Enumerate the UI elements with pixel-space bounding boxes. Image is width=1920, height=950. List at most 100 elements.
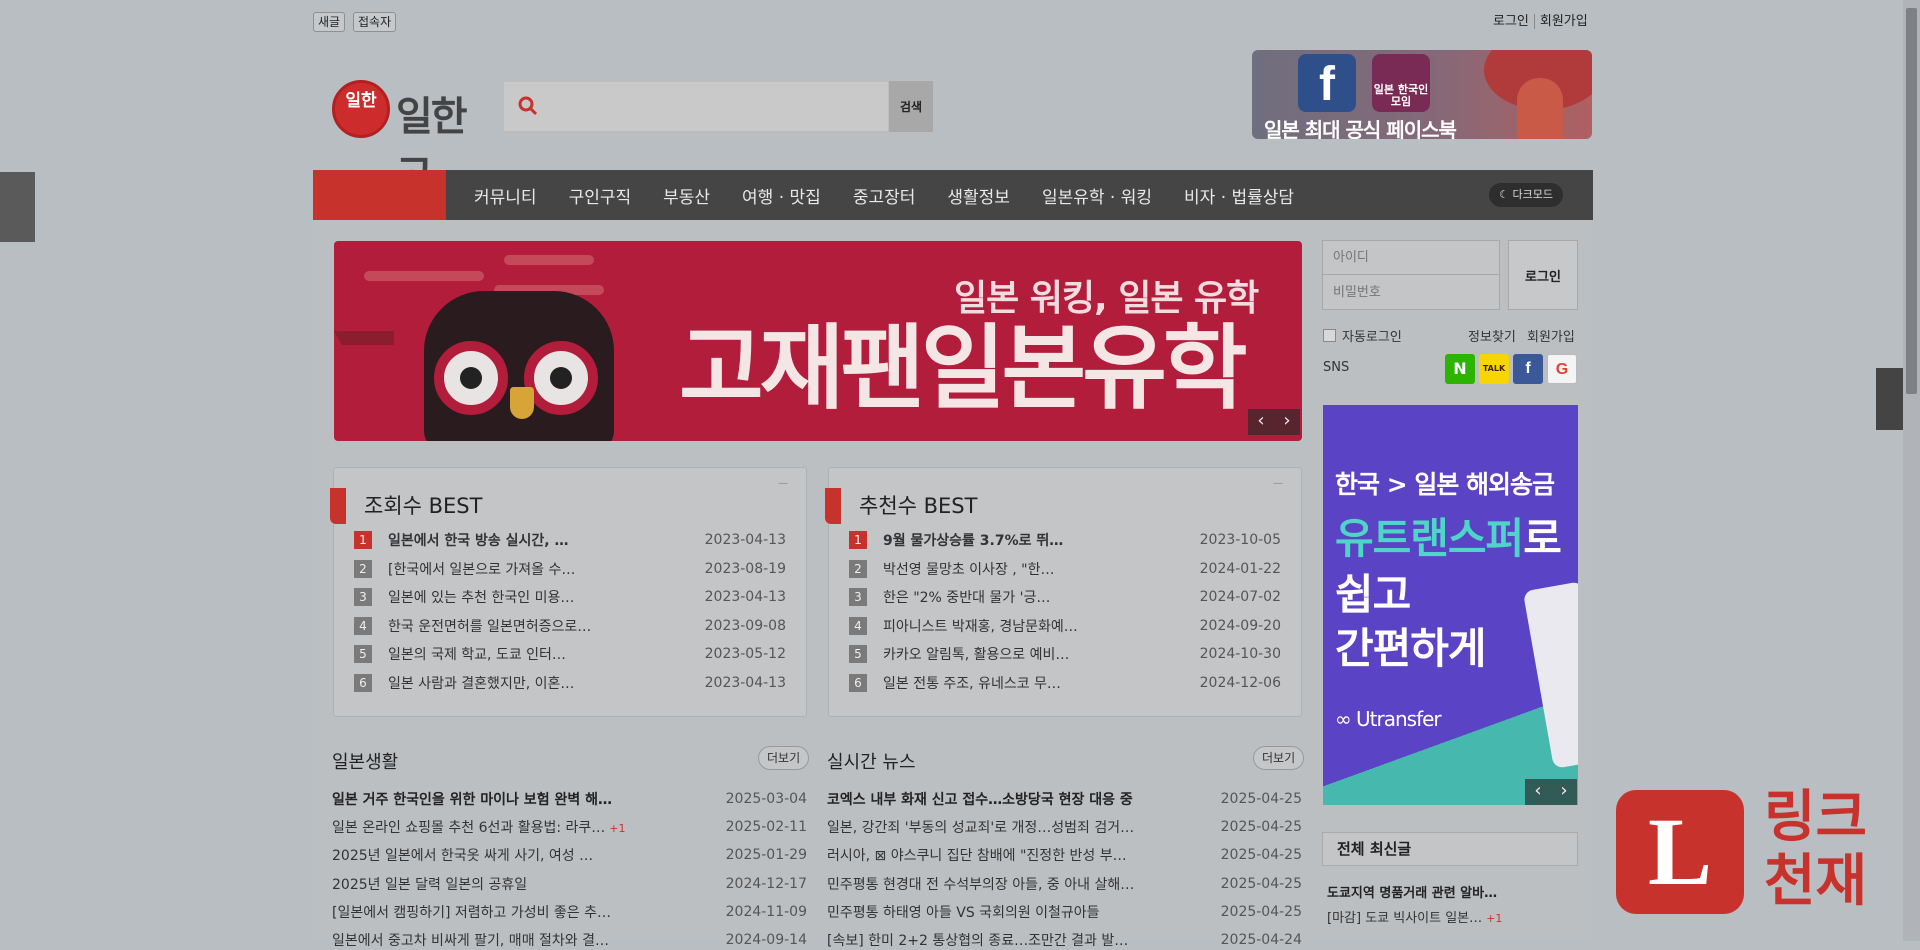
post-date: 2025-04-25 xyxy=(1220,819,1302,836)
post-row[interactable]: 2025년 일본 달력 일본의 공휴일 2024-12-17 xyxy=(332,874,807,894)
post-title[interactable]: 민주평통 현경대 전 수석부의장 아들, 중 아내 살해… xyxy=(827,874,1221,894)
kakao-login-icon[interactable]: TALK xyxy=(1479,354,1509,384)
post-row[interactable]: [일본에서 캠핑하기] 저렴하고 가성비 좋은 추… 2024-11-09 xyxy=(332,902,807,922)
rank-item[interactable]: 1 일본에서 한국 방송 실시간, … 2023-04-13 xyxy=(354,530,786,550)
search-button[interactable]: 검색 xyxy=(889,81,933,132)
post-title[interactable]: 2025년 일본에서 한국옷 싸게 사기, 여성 … xyxy=(332,845,726,865)
facebook-login-icon[interactable]: f xyxy=(1513,354,1543,384)
post-title[interactable]: 일본 온라인 쇼핑몰 추천 6선과 활용법: 라쿠… +1 xyxy=(332,817,726,837)
latest-item[interactable]: 도쿄지역 명품거래 관련 알바… xyxy=(1327,882,1497,901)
rank-item[interactable]: 3 한은 "2% 중반대 물가 '긍… 2024-07-02 xyxy=(849,587,1281,607)
rank-item[interactable]: 5 일본의 국제 학교, 도쿄 인터… 2023-05-12 xyxy=(354,644,786,664)
hero-next-button[interactable]: › xyxy=(1274,409,1300,435)
rank-date: 2023-04-13 xyxy=(704,674,786,691)
rank-item[interactable]: 2 [한국에서 일본으로 가져올 수… 2023-08-19 xyxy=(354,559,786,579)
rank-title[interactable]: 일본 사람과 결혼했지만, 이혼… xyxy=(388,673,705,693)
post-title[interactable]: 러시아, ⊠ 야스쿠니 집단 참배에 "진정한 반성 부… xyxy=(827,845,1221,865)
password-input[interactable] xyxy=(1323,275,1499,309)
top-links: 로그인 회원가입 xyxy=(1488,10,1593,29)
visitors-button[interactable]: 접속자 xyxy=(353,12,397,32)
right-side-tab[interactable] xyxy=(1876,368,1903,430)
rank-item[interactable]: 6 일본 사람과 결혼했지만, 이혼… 2023-04-13 xyxy=(354,673,786,693)
auto-login-checkbox[interactable] xyxy=(1323,329,1336,342)
facebook-banner[interactable]: f 일본 한국인모임 일본 최대 공식 페이스북 xyxy=(1252,50,1592,139)
side-signup-link[interactable]: 회원가입 xyxy=(1527,326,1575,345)
rank-title[interactable]: 한국 운전면허를 일본면허증으로… xyxy=(388,616,705,636)
hero-prev-button[interactable]: ‹ xyxy=(1248,409,1274,435)
auto-login-label: 자동로그인 xyxy=(1342,330,1402,345)
post-title[interactable]: 일본, 강간죄 '부동의 성교죄'로 개정…성범죄 검거… xyxy=(827,817,1221,837)
hero-banner[interactable]: 일본 워킹, 일본 유학 고재팬일본유학 ‹ › xyxy=(334,241,1302,441)
top-signup-link[interactable]: 회원가입 xyxy=(1533,14,1593,29)
top-login-link[interactable]: 로그인 xyxy=(1488,14,1534,29)
left-side-tab[interactable] xyxy=(0,172,35,242)
post-row[interactable]: 일본, 강간죄 '부동의 성교죄'로 개정…성범죄 검거… 2025-04-25 xyxy=(827,817,1302,837)
nav-item-visa[interactable]: 비자 · 법률상담 xyxy=(1184,183,1294,208)
post-title[interactable]: 일본 거주 한국인을 위한 마이나 보험 완벽 해… xyxy=(332,789,726,809)
rank-item[interactable]: 1 9월 물가상승률 3.7%로 뛰… 2023-10-05 xyxy=(849,530,1281,550)
panel-more-dot[interactable]: — xyxy=(778,478,788,489)
scrollbar-thumb[interactable] xyxy=(1906,8,1917,394)
page-scrollbar[interactable] xyxy=(1903,0,1920,941)
rank-title[interactable]: 일본에 있는 추천 한국인 미용… xyxy=(388,587,705,607)
panel-more-dot[interactable]: — xyxy=(1273,478,1283,489)
rank-title[interactable]: 한은 "2% 중반대 물가 '긍… xyxy=(883,587,1200,607)
post-row[interactable]: 러시아, ⊠ 야스쿠니 집단 참배에 "진정한 반성 부… 2025-04-25 xyxy=(827,845,1302,865)
rank-title[interactable]: 피아니스트 박재홍, 경남문화예… xyxy=(883,616,1200,636)
rank-item[interactable]: 4 피아니스트 박재홍, 경남문화예… 2024-09-20 xyxy=(849,616,1281,636)
post-title[interactable]: [일본에서 캠핑하기] 저렴하고 가성비 좋은 추… xyxy=(332,902,726,922)
post-row[interactable]: 일본에서 중고차 비싸게 팔기, 매매 절차와 결… 2024-09-14 xyxy=(332,930,807,950)
rank-title[interactable]: 일본 전통 주조, 유네스코 무… xyxy=(883,673,1200,693)
site-logo[interactable]: 일한 일한고 xyxy=(332,78,500,198)
nav-item-community[interactable]: 커뮤니티 xyxy=(474,183,537,208)
post-title[interactable]: 코엑스 내부 화재 신고 접수…소방당국 현장 대응 중 xyxy=(827,789,1221,809)
rank-item[interactable]: 4 한국 운전면허를 일본면허증으로… 2023-09-08 xyxy=(354,616,786,636)
post-row[interactable]: [속보] 한미 2+2 통상협의 종료…조만간 결과 발… 2025-04-24 xyxy=(827,930,1302,950)
rank-item[interactable]: 3 일본에 있는 추천 한국인 미용… 2023-04-13 xyxy=(354,587,786,607)
post-title[interactable]: 2025년 일본 달력 일본의 공휴일 xyxy=(332,874,726,894)
nav-item-living[interactable]: 생활정보 xyxy=(947,183,1010,208)
id-input[interactable] xyxy=(1323,241,1499,275)
person-graphic xyxy=(1517,78,1563,139)
nav-item-jobs[interactable]: 구인구직 xyxy=(569,183,632,208)
google-login-icon[interactable]: G xyxy=(1547,354,1577,384)
rank-item[interactable]: 6 일본 전통 주조, 유네스코 무… 2024-12-06 xyxy=(849,673,1281,693)
dark-mode-toggle[interactable]: ☾ 다크모드 xyxy=(1489,183,1563,207)
nav-item-study[interactable]: 일본유학 · 워킹 xyxy=(1042,183,1152,208)
login-button[interactable]: 로그인 xyxy=(1508,240,1578,310)
rank-title[interactable]: 일본에서 한국 방송 실시간, … xyxy=(388,530,705,550)
life-more-button[interactable]: 더보기 xyxy=(758,746,810,770)
news-more-button[interactable]: 더보기 xyxy=(1253,746,1305,770)
post-row[interactable]: 코엑스 내부 화재 신고 접수…소방당국 현장 대응 중 2025-04-25 xyxy=(827,789,1302,809)
naver-login-icon[interactable]: N xyxy=(1445,354,1475,384)
post-row[interactable]: 일본 온라인 쇼핑몰 추천 6선과 활용법: 라쿠… +1 2025-02-11 xyxy=(332,817,807,837)
search-input[interactable] xyxy=(544,90,874,124)
rank-title[interactable]: 일본의 국제 학교, 도쿄 인터… xyxy=(388,644,705,664)
rank-title[interactable]: 9월 물가상승률 3.7%로 뛰… xyxy=(883,530,1200,550)
new-posts-button[interactable]: 새글 xyxy=(313,12,346,32)
post-row[interactable]: 민주평통 현경대 전 수석부의장 아들, 중 아내 살해… 2025-04-25 xyxy=(827,874,1302,894)
rank-title[interactable]: 카카오 알림톡, 활용으로 예비… xyxy=(883,644,1200,664)
find-account-link[interactable]: 정보찾기 xyxy=(1468,326,1516,345)
nav-item-realestate[interactable]: 부동산 xyxy=(663,183,710,208)
nav-item-travel[interactable]: 여행 · 맛집 xyxy=(742,183,821,208)
utransfer-ad[interactable]: 한국 > 일본 해외송금 유트랜스퍼로 쉽고 간편하게 ∞ Utransfer … xyxy=(1323,405,1578,805)
nav-item-market[interactable]: 중고장터 xyxy=(853,183,916,208)
comment-count: +1 xyxy=(609,822,626,836)
post-row[interactable]: 일본 거주 한국인을 위한 마이나 보험 완벽 해… 2025-03-04 xyxy=(332,789,807,809)
rank-title[interactable]: 박선영 물망초 이사장 , "한… xyxy=(883,559,1200,579)
latest-item[interactable]: [마감] 도쿄 빅사이트 일본… +1 xyxy=(1327,907,1502,926)
rank-date: 2024-07-02 xyxy=(1199,589,1281,605)
rank-item[interactable]: 5 카카오 알림톡, 활용으로 예비… 2024-10-30 xyxy=(849,644,1281,664)
post-date: 2025-02-11 xyxy=(725,819,807,836)
ad-prev-button[interactable]: ‹ xyxy=(1525,779,1551,805)
post-title[interactable]: [속보] 한미 2+2 통상협의 종료…조만간 결과 발… xyxy=(827,930,1221,950)
post-row[interactable]: 2025년 일본에서 한국옷 싸게 사기, 여성 … 2025-01-29 xyxy=(332,845,807,865)
post-title[interactable]: 일본에서 중고차 비싸게 팔기, 매매 절차와 결… xyxy=(332,930,726,950)
rank-item[interactable]: 2 박선영 물망초 이사장 , "한… 2024-01-22 xyxy=(849,559,1281,579)
post-title[interactable]: 민주평통 하태영 아들 VS 국회의원 이철규아들 xyxy=(827,902,1221,922)
ad-next-button[interactable]: › xyxy=(1551,779,1577,805)
auto-login[interactable]: 자동로그인 xyxy=(1323,326,1402,345)
post-row[interactable]: 민주평통 하태영 아들 VS 국회의원 이철규아들 2025-04-25 xyxy=(827,902,1302,922)
rank-title[interactable]: [한국에서 일본으로 가져올 수… xyxy=(388,559,705,579)
